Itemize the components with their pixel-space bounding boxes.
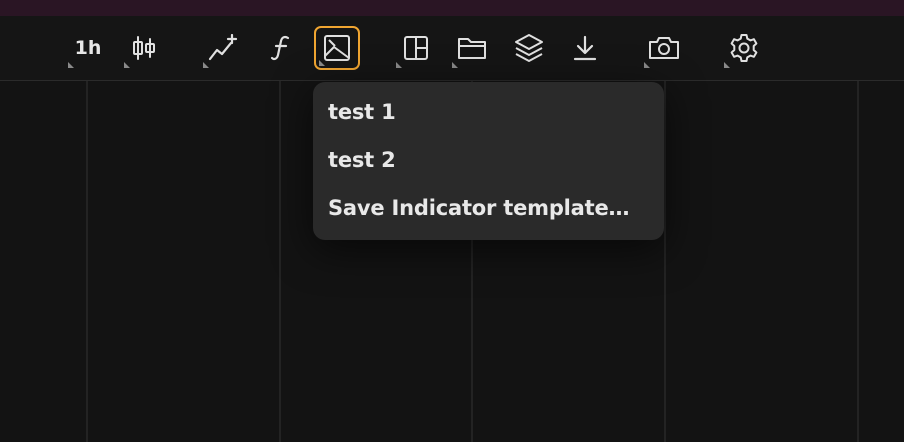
chart-type-button[interactable]: [121, 26, 167, 70]
menu-corner-indicator: [724, 62, 730, 68]
menu-corner-indicator: [396, 62, 402, 68]
chart-toolbar: 1h: [0, 16, 904, 81]
settings-button[interactable]: [721, 26, 767, 70]
menu-corner-indicator: [124, 62, 130, 68]
download-icon: [572, 35, 598, 61]
layout-button[interactable]: [393, 26, 439, 70]
indicator-templates-menu: test 1 test 2 Save Indicator template…: [313, 82, 664, 240]
indicator-templates-icon: [323, 34, 351, 62]
grid-line: [664, 81, 666, 442]
grid-line: [86, 81, 88, 442]
layers-icon: [514, 33, 544, 63]
download-button[interactable]: [562, 26, 608, 70]
template-item-test-1[interactable]: test 1: [313, 92, 664, 140]
top-strip: [0, 0, 904, 16]
indicator-templates-button[interactable]: [314, 26, 360, 70]
candlestick-chart-icon: [131, 35, 157, 61]
interval-button[interactable]: 1h: [65, 26, 111, 70]
function-icon: [269, 34, 293, 62]
menu-corner-indicator: [68, 62, 74, 68]
menu-corner-indicator: [644, 62, 650, 68]
grid-line: [857, 81, 859, 442]
open-folder-button[interactable]: [449, 26, 495, 70]
indicators-icon: [208, 34, 238, 62]
save-indicator-template-item[interactable]: Save Indicator template…: [313, 188, 664, 236]
menu-corner-indicator: [319, 60, 325, 66]
indicators-button[interactable]: [200, 26, 246, 70]
menu-corner-indicator: [203, 62, 209, 68]
menu-corner-indicator: [452, 62, 458, 68]
folder-icon: [457, 35, 487, 61]
gear-icon: [729, 33, 759, 63]
camera-icon: [647, 35, 681, 61]
screenshot-button[interactable]: [641, 26, 687, 70]
layout-icon: [403, 35, 429, 61]
interval-label: 1h: [74, 37, 102, 59]
template-item-test-2[interactable]: test 2: [313, 140, 664, 188]
layers-button[interactable]: [506, 26, 552, 70]
function-button[interactable]: [258, 26, 304, 70]
grid-line: [279, 81, 281, 442]
